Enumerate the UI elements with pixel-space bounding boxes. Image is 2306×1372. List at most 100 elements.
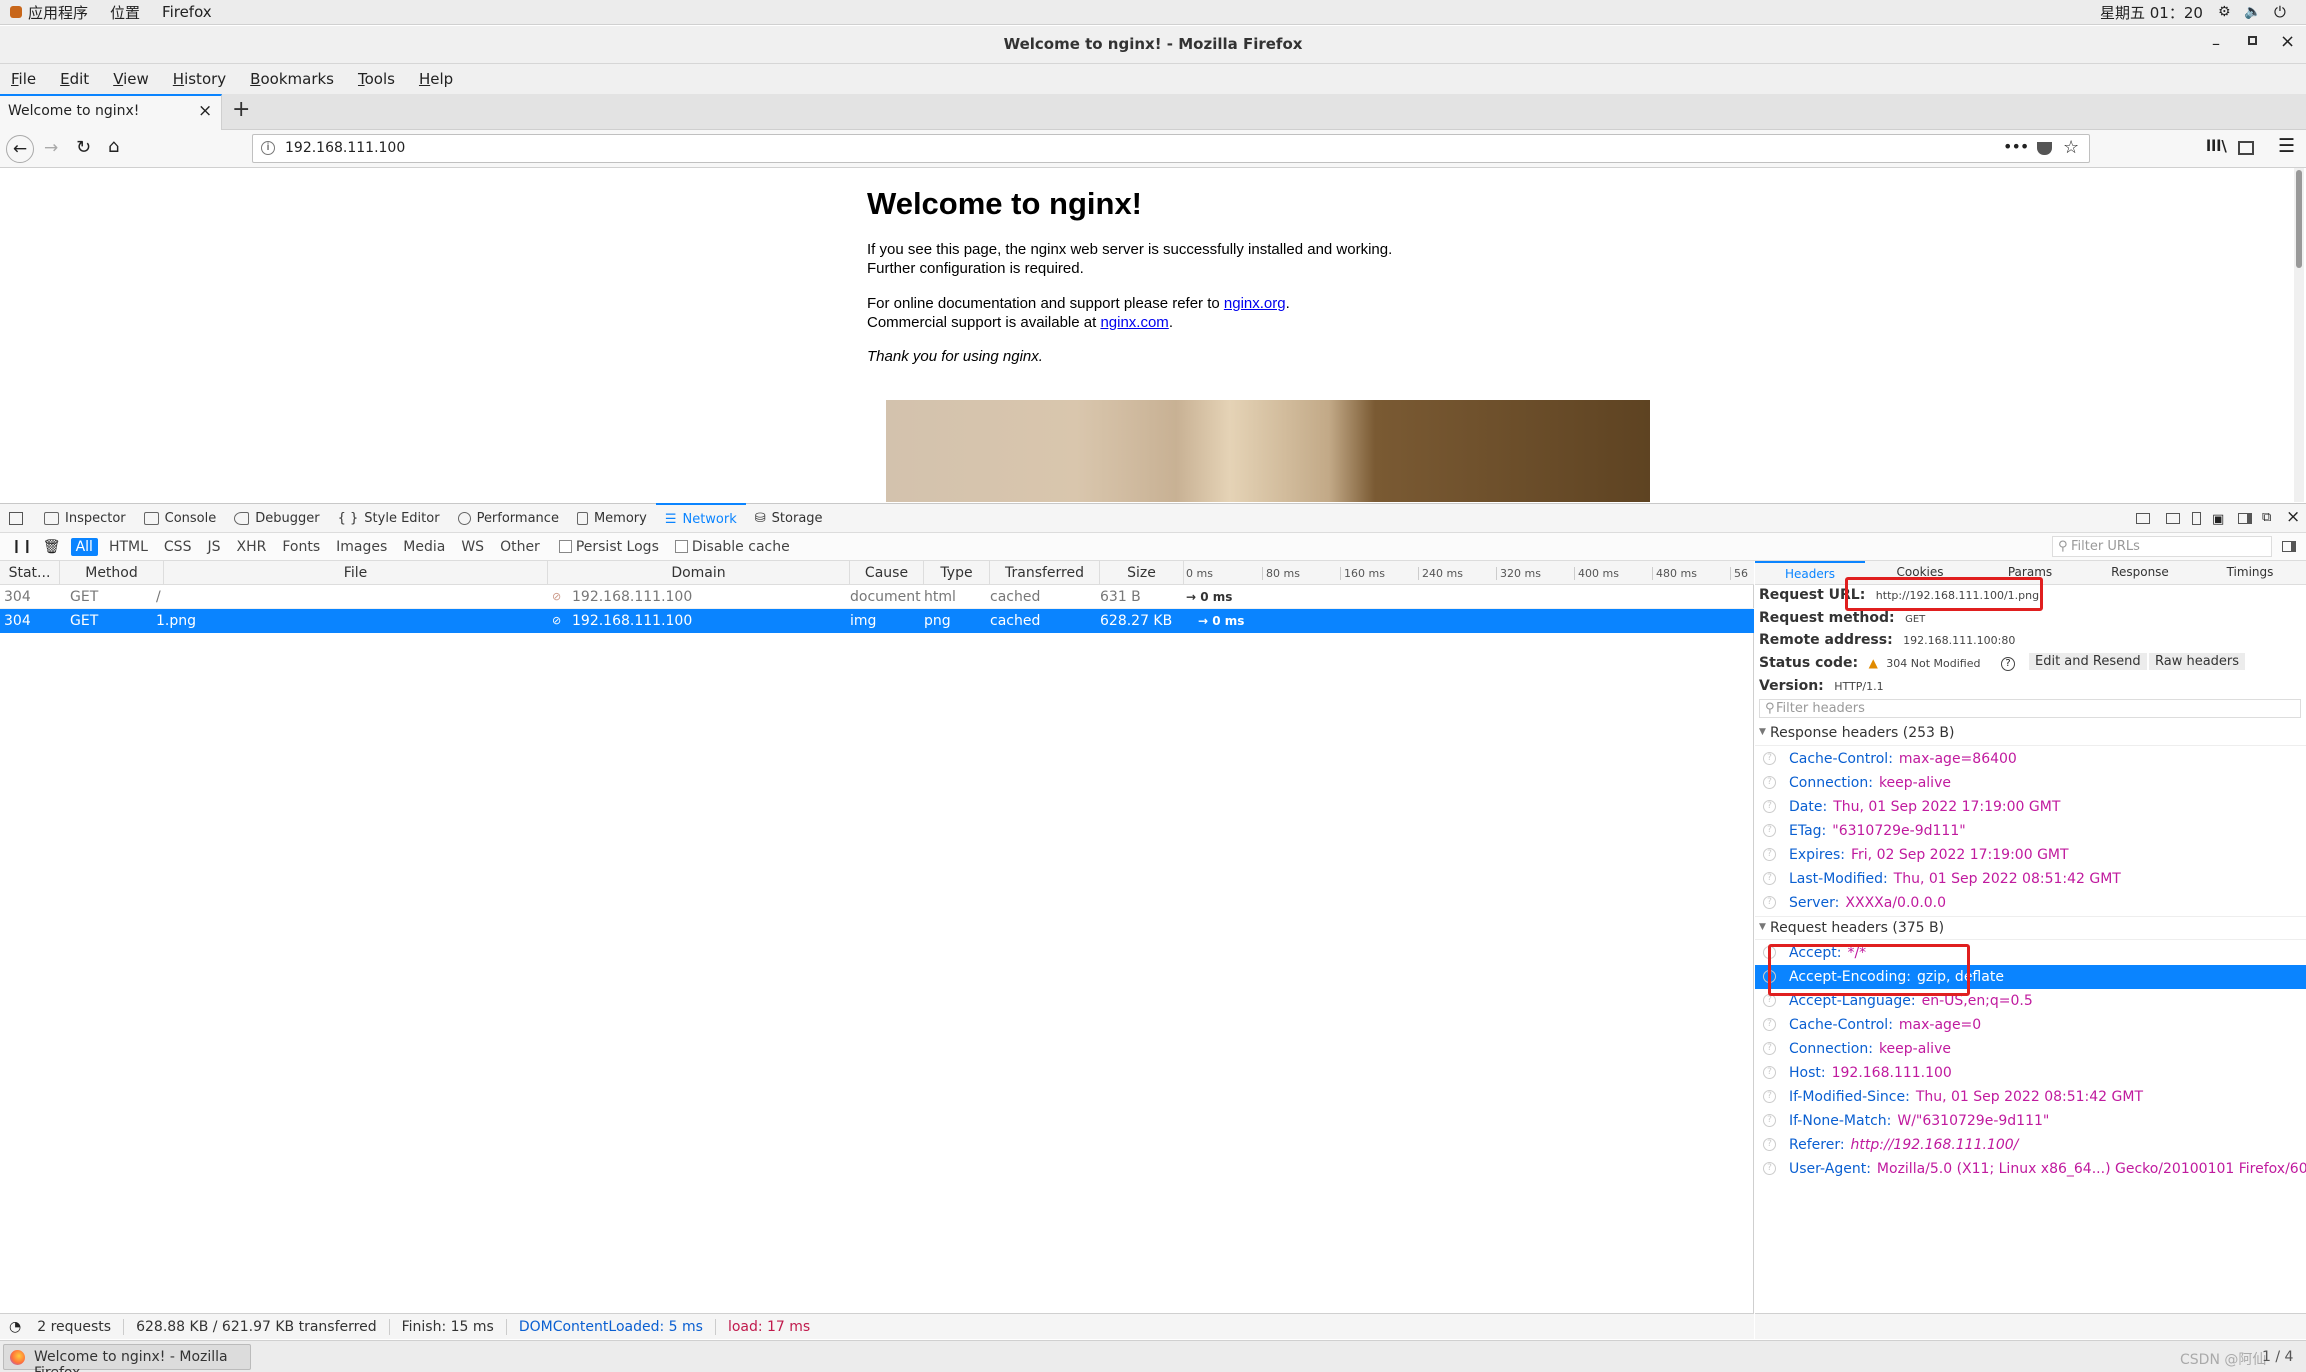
request-headers-section[interactable]: ▼ Request headers (375 B): [1755, 916, 2306, 940]
close-tab-icon[interactable]: ×: [198, 101, 212, 121]
maximize-button[interactable]: [2248, 36, 2257, 45]
response-headers-section[interactable]: ▼ Response headers (253 B): [1755, 722, 2306, 746]
menu-history[interactable]: History: [173, 70, 226, 88]
forward-button[interactable]: →: [44, 138, 58, 158]
header-row[interactable]: ? If-None-Match: W/"6310729e-9d111": [1755, 1109, 2306, 1133]
filter-other[interactable]: Other: [495, 538, 545, 556]
tab-response[interactable]: Response: [2085, 565, 2195, 579]
places-menu[interactable]: 位置: [110, 2, 140, 23]
pause-icon[interactable]: ❙❙: [11, 539, 33, 554]
persist-logs-checkbox[interactable]: [558, 540, 572, 553]
table-row-selected[interactable]: 304 GET 1.png ⊘ 192.168.111.100 img png …: [0, 609, 1754, 633]
header-row[interactable]: ? Cache-Control: max-age=86400: [1755, 747, 2306, 771]
filter-fonts[interactable]: Fonts: [277, 538, 325, 556]
sidebar-toggle-icon[interactable]: [2238, 141, 2254, 155]
header-help-icon[interactable]: ?: [1763, 872, 1776, 885]
dock-side-icon[interactable]: [2238, 513, 2252, 524]
filter-images[interactable]: Images: [331, 538, 392, 556]
filter-headers-input[interactable]: ⚲ Filter headers: [1759, 699, 2301, 718]
header-row[interactable]: ? Last-Modified: Thu, 01 Sep 2022 08:51:42…: [1755, 867, 2306, 891]
url-text[interactable]: 192.168.111.100: [285, 140, 405, 156]
tab-timings[interactable]: Timings: [2195, 565, 2305, 579]
site-info-icon[interactable]: i: [261, 141, 275, 155]
header-value[interactable]: 192.168.111.100: [1832, 1065, 1952, 1081]
col-domain[interactable]: Domain: [548, 561, 850, 585]
header-value[interactable]: http://192.168.111.100/: [1851, 1137, 2019, 1153]
persist-logs-label[interactable]: Persist Logs: [576, 539, 659, 555]
page-actions-icon[interactable]: •••: [2003, 137, 2029, 156]
header-help-icon[interactable]: ?: [1763, 1162, 1776, 1175]
header-value[interactable]: Thu, 01 Sep 2022 17:19:00 GMT: [1833, 799, 2060, 815]
help-icon[interactable]: ?: [2001, 657, 2015, 671]
filter-xhr[interactable]: XHR: [231, 538, 271, 556]
header-help-icon[interactable]: ?: [1763, 896, 1776, 909]
header-help-icon[interactable]: ?: [1763, 824, 1776, 837]
col-cause[interactable]: Cause: [850, 561, 924, 585]
popout-icon[interactable]: ⧉: [2262, 510, 2271, 525]
filter-css[interactable]: CSS: [159, 538, 197, 556]
applications-menu[interactable]: 应用程序: [28, 2, 88, 23]
col-waterfall[interactable]: 0 ms 80 ms 160 ms 240 ms 320 ms 400 ms 4…: [1184, 561, 1754, 585]
header-row[interactable]: ? Expires: Fri, 02 Sep 2022 17:19:00 GMT: [1755, 843, 2306, 867]
header-help-icon[interactable]: ?: [1763, 1138, 1776, 1151]
url-bar[interactable]: i 192.168.111.100 ••• ☆: [252, 134, 2090, 163]
col-file[interactable]: File: [164, 561, 548, 585]
header-value[interactable]: Thu, 01 Sep 2022 08:51:42 GMT: [1916, 1089, 2143, 1105]
header-row[interactable]: ? Server: XXXXa/0.0.0.0: [1755, 891, 2306, 915]
header-row[interactable]: ? User-Agent: Mozilla/5.0 (X11; Linux x86_…: [1755, 1157, 2306, 1181]
header-value[interactable]: Mozilla/5.0 (X11; Linux x86_64...) Gecko…: [1877, 1161, 2306, 1177]
header-help-icon[interactable]: ?: [1763, 1042, 1776, 1055]
menu-file[interactable]: File: [11, 70, 36, 88]
network-icon[interactable]: ⚙: [2218, 4, 2231, 20]
menu-help[interactable]: Help: [419, 70, 453, 88]
header-help-icon[interactable]: ?: [1763, 776, 1776, 789]
nginx-com-link[interactable]: nginx.com: [1100, 314, 1168, 331]
header-help-icon[interactable]: ?: [1763, 848, 1776, 861]
tab-network[interactable]: ☰ Network: [655, 503, 746, 533]
taskbar-window-button[interactable]: Welcome to nginx! - Mozilla Firefox: [3, 1344, 251, 1372]
menu-edit[interactable]: Edit: [60, 70, 89, 88]
header-row[interactable]: ? If-Modified-Since: Thu, 01 Sep 2022 08:5…: [1755, 1085, 2306, 1109]
header-value[interactable]: max-age=0: [1899, 1017, 1981, 1033]
filter-media[interactable]: Media: [398, 538, 450, 556]
tab-console[interactable]: Console: [135, 503, 226, 533]
home-button[interactable]: ⌂: [108, 136, 119, 157]
header-value[interactable]: keep-alive: [1879, 1041, 1951, 1057]
back-button[interactable]: ←: [6, 135, 34, 163]
tab-debugger[interactable]: Debugger: [225, 503, 328, 533]
bookmark-star-icon[interactable]: ☆: [2063, 137, 2079, 158]
header-help-icon[interactable]: ?: [1763, 1066, 1776, 1079]
header-help-icon[interactable]: ?: [1763, 1090, 1776, 1103]
responsive-mode-icon[interactable]: [2136, 513, 2150, 524]
filter-html[interactable]: HTML: [104, 538, 153, 556]
menu-bookmarks[interactable]: Bookmarks: [250, 70, 334, 88]
tab-style-editor[interactable]: { } Style Editor: [329, 503, 449, 533]
volume-icon[interactable]: 🔈: [2244, 4, 2261, 20]
header-row[interactable]: ? ETag: "6310729e-9d111": [1755, 819, 2306, 843]
header-value[interactable]: keep-alive: [1879, 775, 1951, 791]
filter-js[interactable]: JS: [202, 538, 225, 556]
element-picker-icon[interactable]: [9, 511, 23, 525]
header-row[interactable]: ? Referer: http://192.168.111.100/: [1755, 1133, 2306, 1157]
header-row[interactable]: ? Cache-Control: max-age=0: [1755, 1013, 2306, 1037]
header-row[interactable]: ? Host: 192.168.111.100: [1755, 1061, 2306, 1085]
filter-all[interactable]: All: [70, 537, 98, 556]
workspace-pager[interactable]: 1 / 4: [2262, 1349, 2293, 1365]
close-window-button[interactable]: ×: [2280, 31, 2295, 52]
col-method[interactable]: Method: [60, 561, 164, 585]
performance-analysis-icon[interactable]: ◔: [9, 1319, 21, 1335]
split-console-icon[interactable]: [2166, 513, 2180, 524]
system-clock[interactable]: 星期五 01：20: [2100, 2, 2203, 23]
col-status[interactable]: Stat...: [0, 561, 60, 585]
col-transferred[interactable]: Transferred: [990, 561, 1100, 585]
header-help-icon[interactable]: ?: [1763, 800, 1776, 813]
screenshot-icon[interactable]: ▣: [2212, 512, 2224, 527]
power-icon[interactable]: ⏻: [2274, 3, 2286, 21]
col-type[interactable]: Type: [924, 561, 990, 585]
edit-resend-button[interactable]: Edit and Resend: [2029, 653, 2147, 670]
filter-ws[interactable]: WS: [456, 538, 489, 556]
nginx-org-link[interactable]: nginx.org: [1224, 295, 1286, 312]
raw-headers-button[interactable]: Raw headers: [2149, 653, 2246, 670]
close-devtools-icon[interactable]: ×: [2286, 507, 2300, 527]
active-app-menu[interactable]: Firefox: [162, 3, 212, 21]
